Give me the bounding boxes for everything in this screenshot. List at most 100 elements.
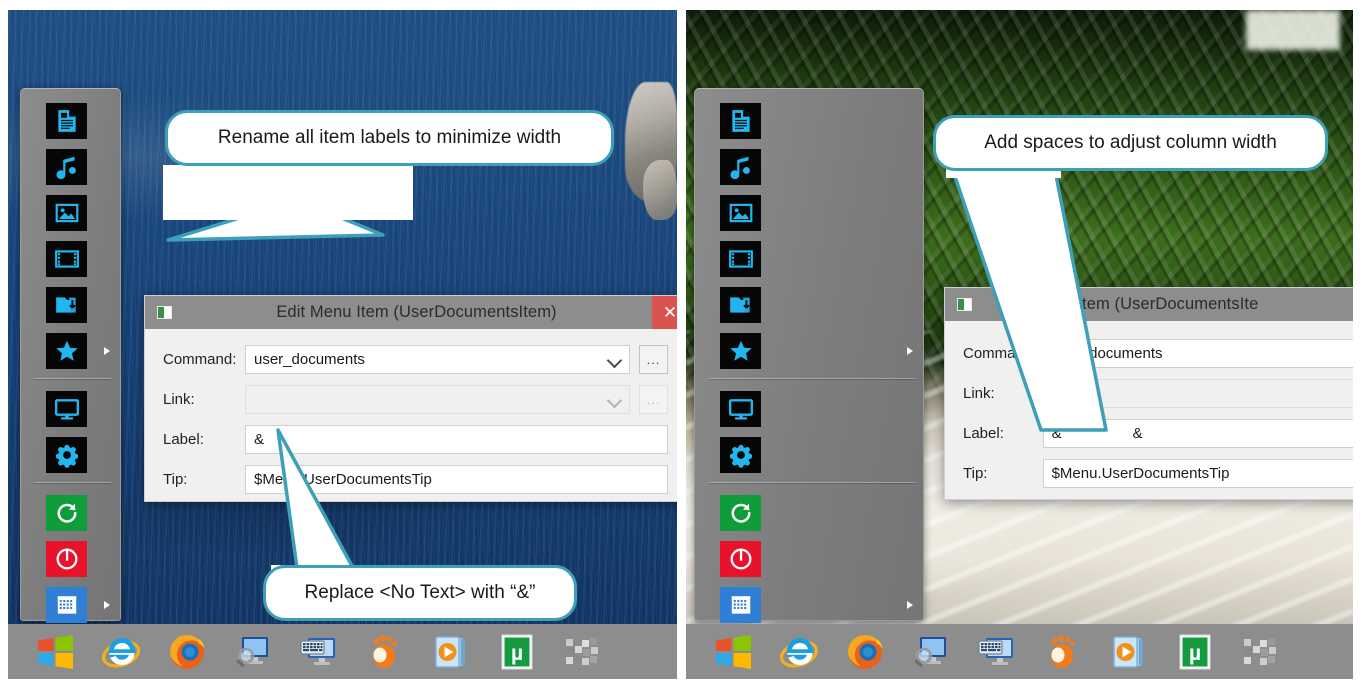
callout-text-replace: Replace <No Text> with “&” — [304, 582, 536, 603]
menu-item-gear[interactable] — [717, 435, 764, 475]
menu-item-monitor[interactable] — [717, 389, 764, 429]
menu-item-star[interactable] — [717, 331, 764, 371]
taskbar-item-mosaic-tiles[interactable] — [550, 629, 616, 675]
callout-bubble-add-spaces: Add spaces to adjust column width — [933, 115, 1328, 171]
menu-item-document[interactable] — [43, 101, 90, 141]
menu-item-picture[interactable] — [43, 193, 90, 233]
svg-text:µ: µ — [511, 642, 523, 665]
display-magnifier-icon — [232, 631, 274, 673]
callout-bubble-replace: Replace <No Text> with “&” — [263, 565, 577, 621]
callout-text-add-spaces: Add spaces to adjust column width — [984, 132, 1277, 153]
taskbar-item-internet-explorer[interactable] — [766, 629, 832, 675]
submenu-arrow-icon[interactable] — [907, 347, 913, 355]
submenu-arrow-icon[interactable] — [104, 601, 110, 609]
app-launcher-menu-wide[interactable] — [694, 88, 924, 623]
taskbar-item-utorrent[interactable]: µ — [1162, 629, 1228, 675]
on-screen-keyboard-icon — [976, 631, 1018, 673]
field-row-link: Link: ... — [145, 385, 677, 414]
menu-item-apps-grid[interactable] — [43, 585, 90, 625]
internet-explorer-icon — [100, 631, 142, 673]
star-icon — [720, 333, 761, 369]
menu-item-restart[interactable] — [717, 493, 764, 533]
close-button[interactable]: ✕ — [652, 296, 677, 329]
utorrent-icon: µ — [496, 631, 538, 673]
chevron-down-icon — [606, 392, 623, 409]
power-icon — [46, 541, 87, 577]
picture-icon — [46, 195, 87, 231]
field-label-tip: Tip: — [963, 465, 988, 482]
menu-item-music-note[interactable] — [717, 147, 764, 187]
taskbar-item-display-magnifier[interactable] — [220, 629, 286, 675]
taskbar-item-on-screen-keyboard[interactable] — [964, 629, 1030, 675]
taskbar-item-windows-start[interactable] — [22, 629, 88, 675]
menu-separator — [709, 482, 915, 483]
taskbar-item-gnome-foot[interactable] — [1030, 629, 1096, 675]
apps-grid-icon — [720, 587, 761, 623]
monitor-icon — [720, 391, 761, 427]
media-player-icon — [430, 631, 472, 673]
submenu-arrow-icon[interactable] — [907, 601, 913, 609]
menu-item-apps-grid[interactable] — [717, 585, 764, 625]
screenshot-stage: Edit Menu Item (UserDocumentsItem) ✕ Com… — [0, 0, 1361, 689]
folder-download-icon — [720, 287, 761, 323]
menu-separator — [709, 378, 915, 379]
taskbar-item-media-player[interactable] — [1096, 629, 1162, 675]
panel-before: Edit Menu Item (UserDocumentsItem) ✕ Com… — [8, 10, 677, 679]
taskbar-item-mosaic-tiles[interactable] — [1228, 629, 1294, 675]
gnome-foot-icon — [1042, 631, 1084, 673]
menu-item-power[interactable] — [717, 539, 764, 579]
film-strip-icon — [46, 241, 87, 277]
field-label-link: Link: — [163, 391, 195, 408]
menu-item-power[interactable] — [43, 539, 90, 579]
menu-item-gear[interactable] — [43, 435, 90, 475]
document-icon — [720, 103, 761, 139]
document-icon — [46, 103, 87, 139]
menu-item-monitor[interactable] — [43, 389, 90, 429]
firefox-icon — [166, 631, 208, 673]
taskbar-item-gnome-foot[interactable] — [352, 629, 418, 675]
menu-item-film-strip[interactable] — [717, 239, 764, 279]
panel-after: Menu Item (UserDocumentsIte Command: use… — [686, 10, 1353, 679]
svg-text:µ: µ — [1189, 642, 1201, 665]
taskbar[interactable]: µ — [686, 624, 1353, 679]
taskbar-item-firefox[interactable] — [832, 629, 898, 675]
callout-bubble-rename: Rename all item labels to minimize width — [165, 110, 614, 166]
taskbar-item-on-screen-keyboard[interactable] — [286, 629, 352, 675]
menu-item-picture[interactable] — [717, 193, 764, 233]
taskbar-item-media-player[interactable] — [418, 629, 484, 675]
menu-item-restart[interactable] — [43, 493, 90, 533]
gnome-foot-icon — [364, 631, 406, 673]
apps-grid-icon — [46, 587, 87, 623]
taskbar-item-display-magnifier[interactable] — [898, 629, 964, 675]
tip-input[interactable]: $Menu.UserDocumentsTip — [1042, 459, 1353, 488]
menu-item-folder-download[interactable] — [43, 285, 90, 325]
windows-start-icon — [713, 632, 753, 672]
menu-item-folder-download[interactable] — [717, 285, 764, 325]
menu-item-film-strip[interactable] — [43, 239, 90, 279]
taskbar-item-utorrent[interactable]: µ — [484, 629, 550, 675]
sky-highlight — [1246, 10, 1340, 51]
on-screen-keyboard-icon — [298, 631, 340, 673]
picture-icon — [720, 195, 761, 231]
taskbar-item-windows-start[interactable] — [700, 629, 766, 675]
tip-value: $Menu.UserDocumentsTip — [1051, 465, 1230, 482]
field-row-tip: Tip: $Menu.UserDocumentsTip — [945, 459, 1353, 488]
taskbar-item-firefox[interactable] — [154, 629, 220, 675]
media-player-icon — [1108, 631, 1150, 673]
menu-item-music-note[interactable] — [43, 147, 90, 187]
folder-download-icon — [46, 287, 87, 323]
windows-start-icon — [35, 632, 75, 672]
link-browse-button[interactable]: ... — [639, 385, 668, 414]
menu-item-document[interactable] — [717, 101, 764, 141]
gear-icon — [46, 437, 87, 473]
link-combobox[interactable] — [245, 385, 630, 414]
menu-separator — [35, 482, 111, 483]
menu-separator — [35, 378, 111, 379]
taskbar[interactable]: µ — [8, 624, 677, 679]
film-strip-icon — [720, 241, 761, 277]
taskbar-item-internet-explorer[interactable] — [88, 629, 154, 675]
firefox-icon — [844, 631, 886, 673]
music-note-icon — [46, 149, 87, 185]
display-magnifier-icon — [910, 631, 952, 673]
menu-item-star[interactable] — [43, 331, 90, 371]
